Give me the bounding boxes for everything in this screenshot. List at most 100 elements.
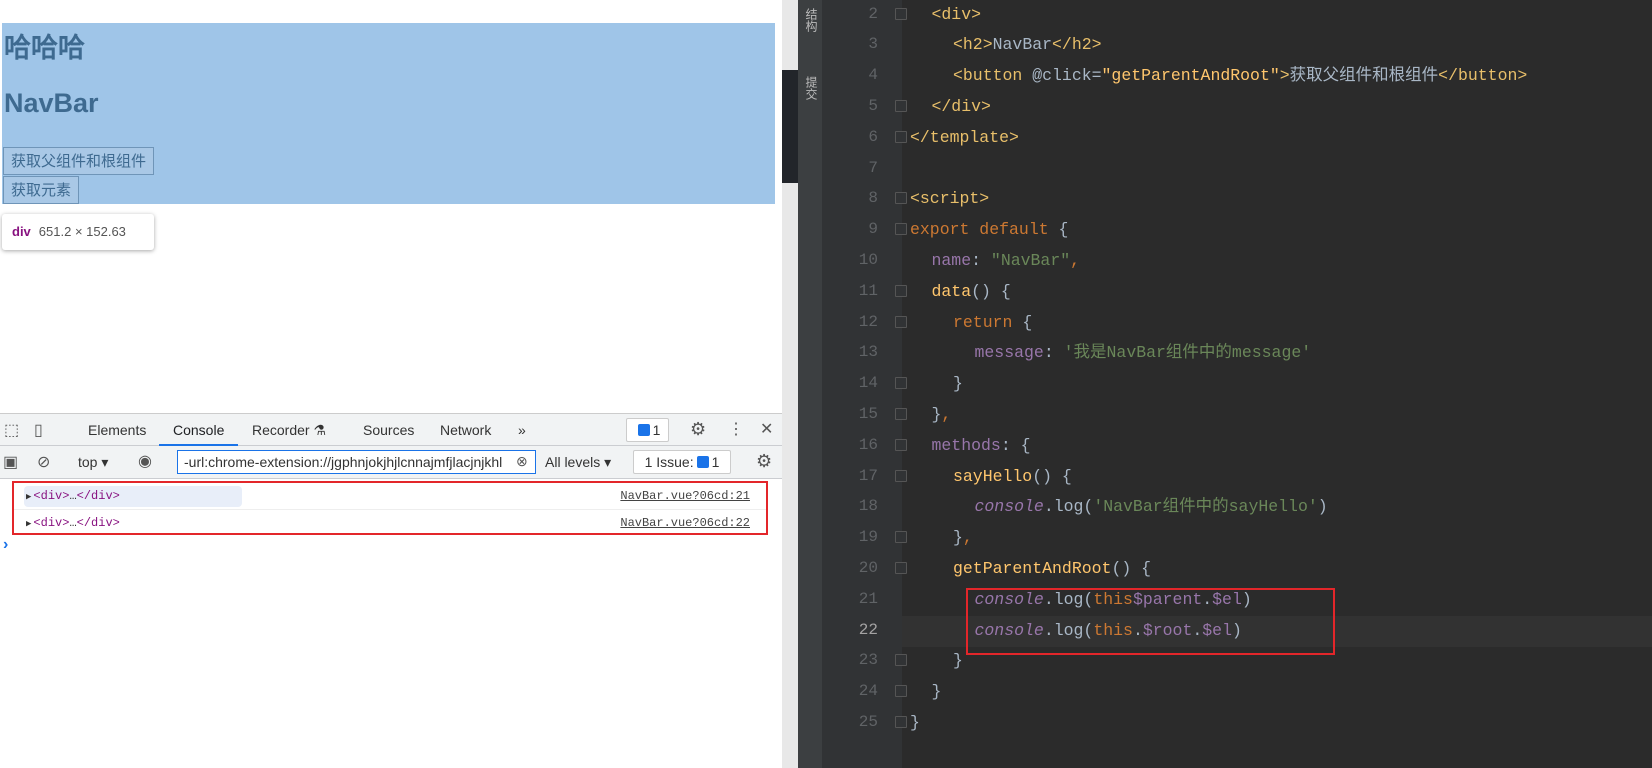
code-line: } bbox=[932, 676, 942, 707]
fold-marker-icon[interactable] bbox=[895, 654, 907, 667]
inspect-element-icon[interactable]: ⬚ bbox=[4, 420, 19, 440]
more-options-icon[interactable]: ⋮ bbox=[728, 419, 744, 439]
live-expression-eye-icon[interactable]: ◉ bbox=[138, 451, 152, 471]
code-token: } bbox=[953, 374, 963, 394]
code-token: sayHello bbox=[953, 466, 1033, 486]
line-number: 7 bbox=[868, 158, 878, 177]
fold-marker-icon[interactable] bbox=[895, 716, 907, 728]
code-token: : bbox=[971, 251, 991, 270]
code-line: <script> bbox=[910, 183, 989, 214]
console-filter-input[interactable]: -url:chrome-extension://jgphnjokjhjlcnna… bbox=[177, 450, 536, 474]
code-token: , bbox=[1070, 251, 1081, 270]
fold-marker-icon[interactable] bbox=[895, 284, 907, 297]
line-number: 14 bbox=[858, 374, 878, 393]
code-token: .log( bbox=[1043, 497, 1094, 517]
fold-marker-icon[interactable] bbox=[895, 100, 907, 112]
tab-recorder-label: Recorder bbox=[252, 422, 310, 438]
code-token: export default bbox=[910, 220, 1059, 240]
line-number: 3 bbox=[868, 35, 878, 54]
line-number: 20 bbox=[858, 559, 878, 577]
close-icon[interactable]: ✕ bbox=[760, 419, 773, 439]
tab-network[interactable]: Network bbox=[440, 414, 491, 446]
background-window-edge bbox=[782, 0, 798, 768]
fold-marker-icon[interactable] bbox=[895, 223, 907, 236]
tooltip-tag: div bbox=[12, 224, 31, 239]
code-token: } bbox=[953, 651, 963, 671]
code-token: > bbox=[1279, 66, 1290, 86]
code-token: 'NavBar组件中的sayHello' bbox=[1093, 497, 1318, 517]
code-token: NavBar bbox=[992, 35, 1053, 55]
issues-count: 1 bbox=[711, 454, 720, 470]
code-token: console bbox=[974, 497, 1044, 517]
settings-gear-icon[interactable]: ⚙ bbox=[690, 419, 706, 440]
console-toolbar: ▣ ⊘ top ▾ ◉ -url:chrome-extension://jgph… bbox=[0, 446, 782, 479]
clear-console-icon[interactable]: ⊘ bbox=[37, 452, 50, 472]
line-number: 19 bbox=[858, 528, 878, 547]
code-token: "NavBar" bbox=[990, 251, 1071, 270]
code-line: return { bbox=[953, 307, 1032, 338]
structure-tab[interactable]: 结构 bbox=[803, 8, 820, 32]
element-size-tooltip: div 651.2 × 152.63 bbox=[2, 214, 154, 250]
tab-console[interactable]: Console bbox=[159, 414, 239, 446]
fold-marker-icon[interactable] bbox=[895, 192, 907, 205]
code-token: , bbox=[962, 528, 973, 548]
fold-marker-icon[interactable] bbox=[895, 315, 907, 328]
context-selector[interactable]: top ▾ bbox=[78, 454, 108, 471]
code-token: methods bbox=[931, 435, 1001, 455]
fold-marker-icon[interactable] bbox=[895, 438, 907, 451]
code-line: </template> bbox=[910, 122, 1019, 153]
browser-viewport: 哈哈哈 NavBar 获取父组件和根组件 获取元素 div 651.2 × 152… bbox=[0, 0, 782, 768]
code-token: { bbox=[1022, 312, 1033, 332]
code-token: <button bbox=[953, 66, 1033, 86]
tab-sources[interactable]: Sources bbox=[363, 414, 414, 446]
navbar-heading: NavBar bbox=[4, 88, 99, 118]
line-number: 17 bbox=[858, 466, 878, 485]
code-line: <div> bbox=[932, 0, 982, 30]
code-line: </div> bbox=[932, 91, 991, 122]
code-token: () { bbox=[1032, 466, 1072, 486]
issues-button[interactable]: 1 Issue: 1 bbox=[633, 450, 731, 474]
fold-marker-icon[interactable] bbox=[895, 685, 907, 698]
line-number: 8 bbox=[868, 189, 878, 208]
code-token: </button> bbox=[1438, 66, 1528, 86]
fold-marker-icon[interactable] bbox=[895, 408, 907, 420]
line-number: 15 bbox=[858, 405, 878, 423]
line-number: 21 bbox=[858, 589, 878, 608]
fold-marker-icon[interactable] bbox=[895, 7, 907, 20]
tooltip-size: 651.2 × 152.63 bbox=[38, 224, 126, 239]
messages-badge-button[interactable]: 1 bbox=[626, 418, 669, 442]
code-token: { bbox=[1058, 220, 1069, 240]
fold-marker-icon[interactable] bbox=[895, 377, 907, 390]
console-settings-gear-icon[interactable]: ⚙ bbox=[756, 451, 772, 472]
get-element-button[interactable]: 获取元素 bbox=[3, 176, 80, 204]
line-number: 9 bbox=[868, 220, 878, 239]
clear-filter-icon[interactable]: ⊗ bbox=[516, 453, 528, 470]
code-line: name: "NavBar", bbox=[932, 245, 1081, 276]
fold-marker-icon[interactable] bbox=[895, 562, 907, 574]
page-heading: 哈哈哈 bbox=[4, 33, 85, 63]
code-token: ) bbox=[1317, 497, 1328, 517]
console-prompt[interactable]: › bbox=[3, 536, 8, 554]
tab-recorder[interactable]: Recorder ⚗ bbox=[252, 414, 326, 446]
code-token: } bbox=[931, 405, 942, 424]
fold-marker-icon[interactable] bbox=[895, 469, 907, 482]
devtools-tabbar: ⬚ ▯ Elements Console Recorder ⚗ Sources … bbox=[0, 414, 782, 446]
code-line: } bbox=[953, 368, 963, 399]
device-toolbar-icon[interactable]: ▯ bbox=[34, 420, 43, 440]
code-line: sayHello() { bbox=[953, 461, 1072, 492]
fold-marker-icon[interactable] bbox=[895, 531, 907, 544]
tab-elements[interactable]: Elements bbox=[88, 414, 146, 446]
fold-marker-icon[interactable] bbox=[895, 130, 907, 143]
code-token: , bbox=[941, 405, 952, 424]
code-token: </h2> bbox=[1052, 35, 1102, 55]
sidebar-toggle-icon[interactable]: ▣ bbox=[3, 452, 18, 472]
flask-icon: ⚗ bbox=[313, 422, 327, 438]
line-number: 23 bbox=[858, 651, 878, 670]
code-line: message: '我是NavBar组件中的message' bbox=[975, 337, 1312, 368]
get-parent-and-root-button[interactable]: 获取父组件和根组件 bbox=[3, 147, 155, 175]
log-levels-dropdown[interactable]: All levels ▾ bbox=[545, 454, 611, 471]
more-tabs-icon[interactable]: » bbox=[518, 414, 526, 446]
code-line: } bbox=[953, 645, 963, 676]
commit-tab[interactable]: 提交 bbox=[803, 76, 820, 100]
code-line: export default { bbox=[910, 214, 1068, 245]
